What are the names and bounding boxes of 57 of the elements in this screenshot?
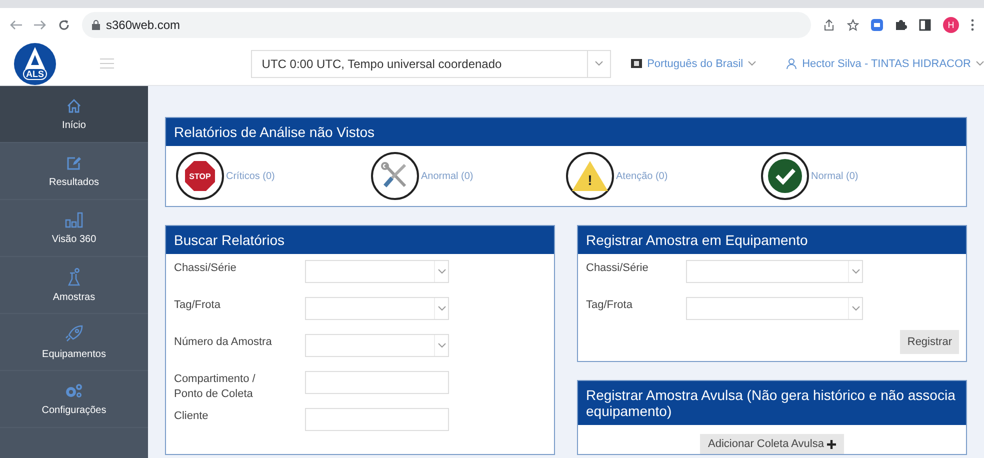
- select-field[interactable]: [305, 260, 449, 283]
- chevron-down-icon: [438, 269, 446, 274]
- panel-title: Registrar Amostra Avulsa (Não gera histórico e não associa equipamento): [578, 381, 966, 425]
- input-field[interactable]: [305, 371, 449, 394]
- more-icon[interactable]: [971, 19, 974, 31]
- field-label: Chassi/Série: [174, 261, 238, 276]
- menu-icon[interactable]: [100, 58, 114, 69]
- home-icon: [66, 98, 82, 114]
- panel-title: Buscar Relatórios: [166, 226, 554, 254]
- select-field[interactable]: [305, 334, 449, 357]
- chevron-down-icon: [438, 343, 446, 348]
- select-field[interactable]: [686, 260, 863, 283]
- chevron-down-icon: [438, 306, 446, 311]
- flask-icon: [67, 268, 81, 286]
- field-label: Número da Amostra: [174, 335, 273, 350]
- profile-avatar[interactable]: H: [943, 17, 959, 33]
- input-field[interactable]: [305, 408, 449, 431]
- rocket-icon: [65, 324, 83, 342]
- edit-icon: [66, 154, 82, 170]
- user-icon: [786, 58, 798, 69]
- star-icon[interactable]: [847, 19, 859, 31]
- chevron-down-icon: [852, 269, 860, 274]
- warning-icon: !: [566, 152, 614, 200]
- logo[interactable]: ALS: [14, 42, 56, 84]
- register-button[interactable]: Registrar: [900, 330, 959, 354]
- reload-icon[interactable]: [58, 19, 70, 31]
- extension-icon[interactable]: [871, 19, 883, 31]
- check-circle-icon: [767, 158, 803, 194]
- field-label: Tag/Frota: [174, 298, 222, 313]
- field-label: Compartimento / Ponto de Coleta: [174, 372, 256, 402]
- gears-icon: [64, 382, 84, 398]
- chevron-down-icon: [852, 306, 860, 311]
- sidebar-item[interactable]: Início: [0, 86, 148, 143]
- panel-title: Relatórios de Análise não Vistos: [166, 118, 966, 146]
- select-field[interactable]: [686, 297, 863, 320]
- flag-icon: [631, 59, 642, 68]
- plus-icon: [826, 440, 836, 448]
- timezone-select[interactable]: UTC 0:00 UTC, Tempo universal coordenado: [250, 50, 612, 78]
- sidebar-icon[interactable]: [919, 19, 931, 31]
- stop-sign-icon: STOP: [176, 152, 224, 200]
- chevron-down-icon: [976, 61, 984, 66]
- field-label: Cliente: [174, 409, 210, 424]
- chevron-down-icon: [595, 61, 604, 66]
- panel-title: Registrar Amostra em Equipamento: [578, 226, 966, 254]
- bar-chart-icon: [65, 212, 83, 228]
- forward-icon[interactable]: [34, 20, 46, 30]
- add-button[interactable]: Adicionar Coleta Avulsa: [700, 434, 844, 454]
- field-label: Tag/Frota: [586, 298, 634, 313]
- share-icon[interactable]: [823, 19, 835, 31]
- field-label: Chassi/Série: [586, 261, 650, 276]
- back-icon[interactable]: [10, 20, 22, 30]
- url-text: s360web.com: [106, 18, 180, 32]
- select-field[interactable]: [305, 297, 449, 320]
- address-bar[interactable]: s360web.com: [82, 12, 811, 38]
- chevron-down-icon: [748, 61, 756, 66]
- lock-icon: [92, 20, 100, 30]
- puzzle-icon[interactable]: [895, 19, 907, 31]
